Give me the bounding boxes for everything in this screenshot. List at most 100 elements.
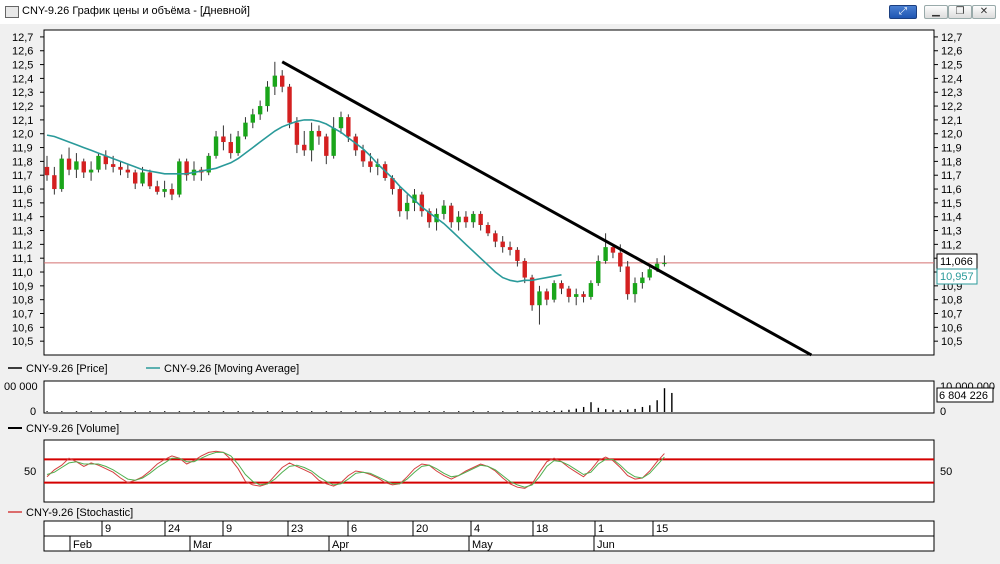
price-tick-label-right: 11,6 <box>941 184 962 196</box>
candle-body <box>346 117 351 137</box>
candle-body <box>441 205 447 214</box>
volume-bar <box>605 409 607 412</box>
candle-body <box>294 122 300 145</box>
candle-body <box>404 202 410 212</box>
volume-bar <box>296 411 298 412</box>
volume-bar <box>311 411 313 412</box>
price-tick-label-left: 10,9 <box>12 281 33 293</box>
price-tick-label-right: 11,5 <box>941 198 962 210</box>
restore-icon: ❐ <box>955 6 965 17</box>
volume-bar <box>90 411 92 412</box>
price-tick-label-left: 10,6 <box>12 322 33 334</box>
candle-body <box>507 247 513 250</box>
volume-bar <box>656 400 658 412</box>
volume-bar <box>502 411 504 412</box>
stochastic-plot-area[interactable] <box>43 439 935 503</box>
volume-plot-area[interactable] <box>43 380 935 414</box>
title-bar: CNY-9.26 График цены и объёма - [Дневной… <box>0 0 1000 25</box>
candle-body <box>324 136 329 156</box>
volume-bar <box>641 406 644 412</box>
volume-bar <box>208 411 210 412</box>
volume-bar <box>134 411 136 412</box>
volume-bar <box>560 410 563 412</box>
day-label: 6 <box>351 523 357 535</box>
price-tick-label-right: 12,1 <box>941 115 962 127</box>
price-tick-label-left: 11,7 <box>12 170 33 182</box>
volume-bar <box>119 411 122 412</box>
legend-ma-label: CNY-9.26 [Moving Average] <box>164 363 299 375</box>
volume-bar <box>443 411 445 412</box>
candle-body <box>235 136 241 154</box>
candle-body <box>66 158 72 170</box>
candle-body <box>566 288 572 297</box>
candle-body <box>88 169 94 173</box>
price-tick-label-left: 11,3 <box>12 226 33 238</box>
candle-body <box>500 241 505 248</box>
price-tick-label-left: 11,4 <box>12 212 33 224</box>
candle-body <box>581 294 586 297</box>
day-label: 9 <box>105 523 111 535</box>
restore-button[interactable]: ❐ <box>948 5 972 19</box>
candle-body <box>125 169 131 173</box>
candle-body <box>471 213 476 223</box>
candle-body <box>331 128 336 156</box>
candle-body <box>221 136 226 143</box>
candle-body <box>574 294 579 297</box>
price-tick-label-left: 11,6 <box>12 184 33 196</box>
price-tick-label-right: 12,0 <box>941 129 962 141</box>
legend-stoch-label: CNY-9.26 [Stochastic] <box>26 507 133 519</box>
candle-body <box>522 260 527 278</box>
price-tick-label-right: 10,7 <box>941 309 962 321</box>
day-label: 23 <box>291 523 303 535</box>
volume-bar <box>553 410 555 412</box>
candle-body <box>529 277 535 306</box>
close-button[interactable]: ✕ <box>972 5 996 19</box>
volume-bar <box>149 411 151 412</box>
price-tick-label-left: 12,5 <box>12 60 33 72</box>
price-tick-label-left: 10,8 <box>12 295 33 307</box>
volume-bar <box>252 411 254 412</box>
day-label: 9 <box>226 523 232 535</box>
day-label: 1 <box>598 523 604 535</box>
month-label: Feb <box>73 539 92 551</box>
candle-body <box>397 189 402 212</box>
candle-body <box>52 175 57 190</box>
minimize-icon: ▁ <box>932 6 940 17</box>
volume-bar <box>340 411 342 412</box>
volume-bar <box>222 411 225 412</box>
price-tick-label-left: 12,4 <box>12 73 33 85</box>
chart-canvas[interactable]: 12,712,612,512,412,312,212,112,011,911,8… <box>0 24 1000 564</box>
candle-body <box>133 172 138 184</box>
candle-body <box>257 106 263 115</box>
candle-body <box>537 291 542 306</box>
volume-bar <box>582 406 585 412</box>
minimize-button[interactable]: ▁ <box>924 5 948 19</box>
volume-bar <box>355 411 357 412</box>
volume-bar <box>627 409 629 412</box>
price-tick-label-left: 11,1 <box>12 253 33 265</box>
price-tick-label-right: 12,7 <box>941 32 962 44</box>
volume-bar <box>237 411 239 412</box>
stoch-tick-right: 50 <box>940 466 952 478</box>
candle-body <box>118 166 123 170</box>
candle-body <box>287 86 292 123</box>
volume-bar <box>612 409 614 412</box>
price-tick-label-right: 12,6 <box>941 46 962 58</box>
pin-button[interactable]: ⤢ <box>889 5 917 19</box>
candle-body <box>360 150 366 162</box>
month-label: Jun <box>597 539 615 551</box>
volume-bar <box>597 407 600 412</box>
price-tick-label-right: 12,3 <box>941 87 962 99</box>
candle-body <box>640 277 645 284</box>
price-tick-label-right: 12,4 <box>941 73 962 85</box>
candle-body <box>603 247 608 261</box>
price-tick-label-left: 10,5 <box>12 336 33 348</box>
candle-body <box>456 216 461 223</box>
candle-body <box>265 86 270 107</box>
candle-body <box>449 205 454 223</box>
candle-body <box>588 283 594 297</box>
volume-bar <box>458 411 460 412</box>
price-tick-label-left: 12,0 <box>12 129 33 141</box>
candle-body <box>610 247 616 253</box>
volume-bar <box>590 402 592 412</box>
